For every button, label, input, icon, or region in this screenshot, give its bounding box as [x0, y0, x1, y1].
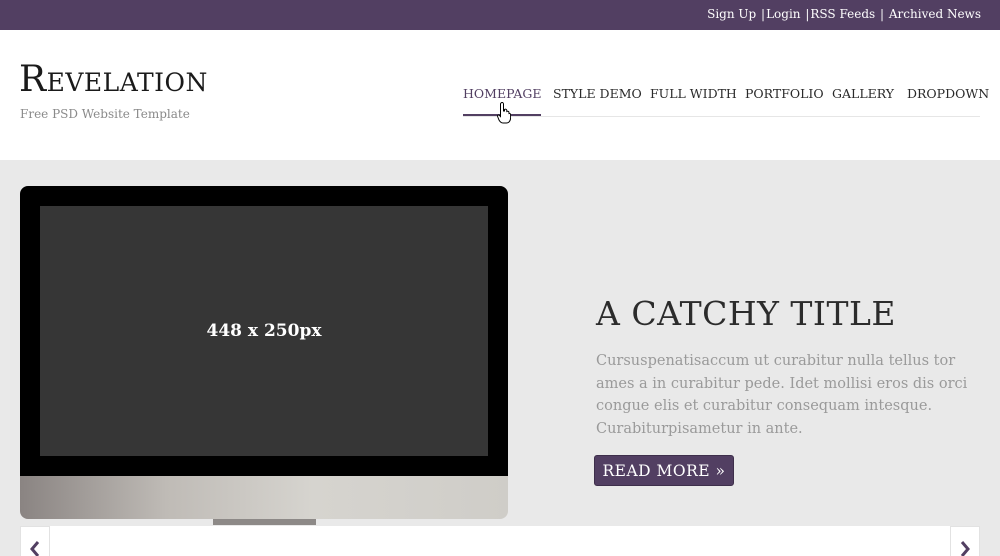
monitor-frame: 448 x 250px — [20, 186, 508, 476]
rss-feeds-link[interactable]: RSS Feeds — [810, 7, 875, 21]
link-separator: | — [761, 7, 766, 21]
monitor-chin — [20, 476, 508, 519]
link-separator: | — [805, 7, 810, 21]
account-links: Sign Up |Login |RSS Feeds | Archived New… — [707, 7, 981, 21]
carousel-next-button[interactable] — [950, 526, 980, 556]
signup-link[interactable]: Sign Up — [707, 7, 756, 21]
carousel-strip — [20, 526, 980, 556]
site-tagline: Free PSD Website Template — [20, 107, 190, 121]
top-bar: Sign Up |Login |RSS Feeds | Archived New… — [0, 0, 1000, 30]
nav-item-dropdown[interactable]: DROPDOWN — [907, 86, 989, 116]
read-more-button[interactable]: READ MORE » — [594, 455, 734, 486]
hero-title: A CATCHY TITLE — [596, 294, 896, 333]
hand-pointer-icon — [497, 102, 511, 124]
image-placeholder-label: 448 x 250px — [206, 321, 322, 341]
chevron-left-icon — [30, 541, 40, 556]
carousel-prev-button[interactable] — [20, 526, 50, 556]
nav-item-portfolio[interactable]: PORTFOLIO — [745, 86, 824, 116]
archived-news-link[interactable]: Archived News — [889, 7, 981, 21]
nav-item-gallery[interactable]: GALLERY — [832, 86, 894, 116]
image-placeholder: 448 x 250px — [40, 206, 488, 456]
nav-item-full-width[interactable]: FULL WIDTH — [650, 86, 737, 116]
chevron-right-icon — [960, 541, 970, 556]
hero-description: Cursuspenatisaccum ut curabitur nulla te… — [596, 353, 968, 437]
site-logo[interactable]: Revelation — [19, 62, 208, 98]
site-header: Revelation Free PSD Website Template HOM… — [0, 30, 1000, 160]
main-nav: HOMEPAGE STYLE DEMO FULL WIDTH PORTFOLIO… — [463, 86, 989, 117]
nav-item-style-demo[interactable]: STYLE DEMO — [553, 86, 642, 116]
link-separator: | — [880, 7, 885, 21]
monitor-stand — [213, 519, 316, 525]
login-link[interactable]: Login — [766, 7, 800, 21]
